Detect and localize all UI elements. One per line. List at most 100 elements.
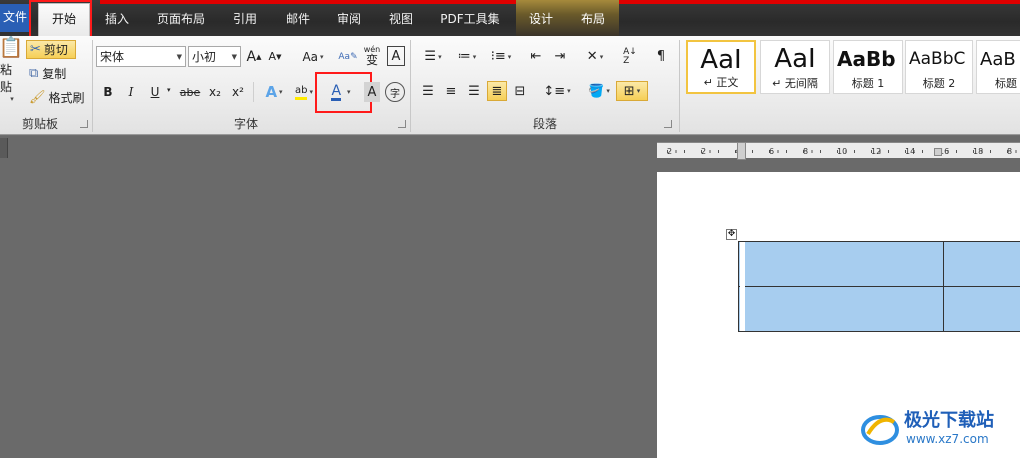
distribute-button[interactable]: ⊟ xyxy=(510,81,530,101)
style-no-spacing[interactable]: AaI ↵ 无间隔 xyxy=(760,40,830,94)
bold-button[interactable]: B xyxy=(100,82,116,102)
table-cell[interactable] xyxy=(944,287,1020,332)
outdent-icon: ⇤ xyxy=(530,49,542,64)
clipboard-launcher-icon[interactable] xyxy=(80,120,88,128)
align-right-button[interactable]: ☰ xyxy=(464,81,484,101)
format-painter-button[interactable]: 🖌 格式刷 xyxy=(26,88,88,107)
tab-table-layout[interactable]: 布局 xyxy=(572,6,614,32)
line-spacing-icon: ↕≡ xyxy=(543,83,566,99)
ruler-number: 18 xyxy=(973,147,983,156)
align-center-button[interactable]: ≡ xyxy=(441,81,461,101)
paste-icon: 📋 xyxy=(0,35,24,59)
char-border-button[interactable]: A xyxy=(387,46,405,66)
underline-button[interactable]: U xyxy=(147,82,163,102)
bullets-button[interactable]: ☰ ▾ xyxy=(418,46,448,67)
superscript-button[interactable]: x² xyxy=(228,82,248,102)
pilcrow-icon: ¶ xyxy=(656,49,666,64)
borders-button[interactable]: ⊞ ▾ xyxy=(616,81,648,101)
increase-indent-button[interactable]: ⇥ xyxy=(550,46,570,67)
shrink-font-icon: A xyxy=(268,50,277,63)
group-divider xyxy=(679,40,680,132)
ruler-number: 8 xyxy=(803,147,808,156)
table-cell[interactable] xyxy=(738,287,944,332)
table-cell[interactable] xyxy=(738,241,944,287)
phonetic-guide-button[interactable]: wén 变 xyxy=(362,44,382,68)
bullet-list-icon: ☰ xyxy=(424,49,437,64)
style-heading-1[interactable]: AaBb 标题 1 xyxy=(833,40,903,94)
chevron-down-icon: ▾ xyxy=(279,88,283,96)
style-heading-2[interactable]: AaBbC 标题 2 xyxy=(905,40,973,94)
document-table[interactable] xyxy=(738,241,1020,332)
underline-dropdown-icon[interactable]: ▾ xyxy=(167,86,171,94)
style-title[interactable]: AaB 标题 xyxy=(976,40,1020,94)
decrease-indent-button[interactable]: ⇤ xyxy=(526,46,546,67)
chevron-down-icon: ▾ xyxy=(507,52,512,61)
borders-icon: ⊞ xyxy=(623,83,635,99)
char-border-icon: A xyxy=(391,48,401,64)
chevron-down-icon: ▾ xyxy=(472,52,477,61)
show-marks-button[interactable]: ¶ xyxy=(654,46,668,67)
line-spacing-button[interactable]: ↕≡ ▾ xyxy=(542,81,572,101)
align-left-button[interactable]: ☰ xyxy=(418,81,438,101)
shading-button[interactable]: 🪣 ▾ xyxy=(584,81,614,101)
grow-font-button[interactable]: A ▲ xyxy=(245,46,263,67)
chinese-layout-button[interactable]: ✕ ▾ xyxy=(580,46,610,67)
font-size-combo[interactable]: 小初 ▼ xyxy=(188,46,241,67)
font-name-value: 宋体 xyxy=(100,50,125,64)
tab-page-layout[interactable]: 页面布局 xyxy=(150,6,212,32)
copy-button[interactable]: ⧉ 复制 xyxy=(26,64,76,83)
horizontal-ruler[interactable]: 2246810121416188 xyxy=(657,142,1020,158)
numbering-button[interactable]: ≔ ▾ xyxy=(452,46,482,67)
vertical-ruler-stub xyxy=(0,138,8,158)
right-indent-marker[interactable] xyxy=(934,148,942,156)
distribute-icon: ⊟ xyxy=(514,83,526,99)
highlight-button[interactable]: ab ▾ xyxy=(290,82,318,102)
font-name-combo[interactable]: 宋体 ▼ xyxy=(96,46,186,67)
table-move-handle-icon[interactable]: ✥ xyxy=(726,229,737,240)
sort-icon: A↓ Z xyxy=(623,46,637,66)
style-normal[interactable]: AaI ↵ 正文 xyxy=(686,40,756,94)
left-indent-marker[interactable] xyxy=(737,142,746,160)
tab-view[interactable]: 视图 xyxy=(382,6,420,32)
tab-pdf-tools[interactable]: PDF工具集 xyxy=(436,6,504,32)
font-group-label: 字体 xyxy=(233,117,258,131)
tab-references[interactable]: 引用 xyxy=(226,6,264,32)
strikethrough-button[interactable]: abe xyxy=(178,82,202,102)
tab-review[interactable]: 审阅 xyxy=(330,6,368,32)
font-size-value: 小初 xyxy=(192,50,217,64)
word-window: 文件 开始 插入 页面布局 引用 邮件 审阅 视图 PDF工具集 设计 布局 📋… xyxy=(0,0,1020,458)
tab-insert[interactable]: 插入 xyxy=(98,6,136,32)
style-sample: AaI xyxy=(774,44,816,74)
char-shading-button[interactable]: A xyxy=(364,82,380,102)
tab-mailings[interactable]: 邮件 xyxy=(279,6,317,32)
subscript-button[interactable]: x₂ xyxy=(205,82,225,102)
font-launcher-icon[interactable] xyxy=(398,120,406,128)
ruler-number: 10 xyxy=(837,147,847,156)
align-center-icon: ≡ xyxy=(445,83,457,99)
paragraph-launcher-icon[interactable] xyxy=(664,120,672,128)
style-label: 标题 2 xyxy=(922,77,956,90)
char-shading-icon: A xyxy=(367,84,377,100)
justify-button[interactable]: ≣ xyxy=(487,81,507,101)
ruler-number: 2 xyxy=(667,147,672,156)
shrink-font-button[interactable]: A ▼ xyxy=(266,46,284,67)
clear-format-button[interactable]: Aa✎ xyxy=(338,46,358,67)
style-sample: AaBbC xyxy=(909,49,966,69)
chevron-down-icon: ▼ xyxy=(231,52,237,61)
watermark-brand: 极光下载站 xyxy=(904,410,994,431)
text-effect-button[interactable]: A ▾ xyxy=(260,82,288,102)
change-case-button[interactable]: Aa ▾ xyxy=(298,46,328,67)
sort-button[interactable]: A↓ Z xyxy=(620,46,640,67)
italic-button[interactable]: I xyxy=(123,82,139,102)
tab-table-design[interactable]: 设计 xyxy=(520,6,562,32)
cut-button[interactable]: ✂ 剪切 xyxy=(26,40,76,59)
paste-button[interactable]: 📋 粘贴 ▾ xyxy=(0,35,24,103)
style-label: 标题 xyxy=(995,77,1017,90)
table-cell[interactable] xyxy=(944,241,1020,287)
chevron-down-icon: ▾ xyxy=(567,87,571,95)
tab-file[interactable]: 文件 xyxy=(0,4,30,32)
ruler-ticks: 2246810121416188 xyxy=(667,147,1017,156)
multilevel-list-button[interactable]: ⁝≡ ▾ xyxy=(486,46,516,67)
enclose-char-button[interactable]: 字 xyxy=(385,82,405,102)
watermark-url: www.xz7.com xyxy=(906,432,989,446)
